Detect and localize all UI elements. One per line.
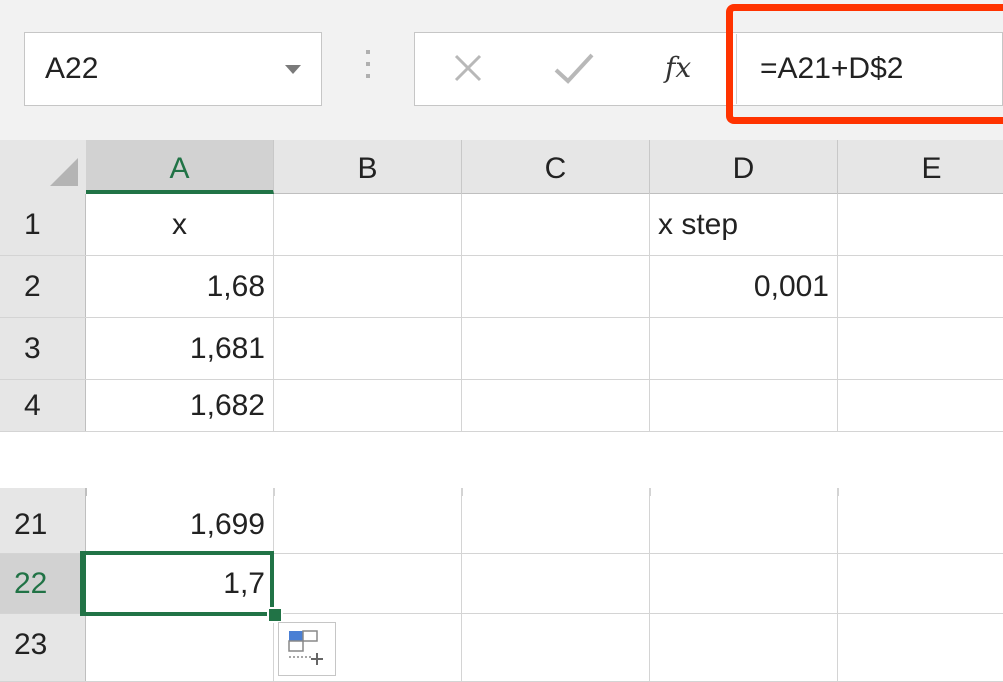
row-header[interactable]: 4 <box>0 380 86 431</box>
cell-b3[interactable] <box>274 318 462 379</box>
cell-a23[interactable] <box>86 614 274 681</box>
row-header[interactable]: 1 <box>0 194 86 255</box>
row-header[interactable]: 2 <box>0 256 86 317</box>
cell-d4[interactable] <box>650 380 838 431</box>
row-header[interactable]: 3 <box>0 318 86 379</box>
cell-d21[interactable] <box>650 496 838 553</box>
cell-c3[interactable] <box>462 318 650 379</box>
chevron-down-icon[interactable] <box>285 65 301 74</box>
cell-e3[interactable] <box>838 318 1003 379</box>
column-header-e[interactable]: E <box>838 140 1003 194</box>
table-row: 3 1,681 <box>0 318 1003 380</box>
cell-e4[interactable] <box>838 380 1003 431</box>
cell-c22[interactable] <box>462 554 650 613</box>
cell-d22[interactable] <box>650 554 838 613</box>
cell-c4[interactable] <box>462 380 650 431</box>
cell-c23[interactable] <box>462 614 650 681</box>
row-header[interactable]: 21 <box>0 496 86 553</box>
table-row: 21 1,699 <box>0 496 1003 554</box>
sheet-cut-gap <box>0 432 1003 488</box>
table-row: 1 x x step <box>0 194 1003 256</box>
cell-d23[interactable] <box>650 614 838 681</box>
cell-c1[interactable] <box>462 194 650 255</box>
table-row: 2 1,68 0,001 <box>0 256 1003 318</box>
column-header-c[interactable]: C <box>462 140 650 194</box>
enter-icon[interactable] <box>552 50 596 86</box>
name-box-value[interactable]: A22 <box>45 33 98 105</box>
fx-icon[interactable]: fx <box>665 48 691 88</box>
name-box[interactable]: A22 <box>24 32 322 106</box>
table-row: 4 1,682 <box>0 380 1003 432</box>
cell-d2[interactable]: 0,001 <box>650 256 838 317</box>
gridline-stubs <box>0 488 839 496</box>
row-header[interactable]: 22 <box>0 554 86 613</box>
column-header-a[interactable]: A <box>86 140 274 194</box>
cell-e1[interactable] <box>838 194 1003 255</box>
cell-e21[interactable] <box>838 496 1003 553</box>
cell-a1[interactable]: x <box>86 194 274 255</box>
fill-handle[interactable] <box>267 607 283 623</box>
cell-b21[interactable] <box>274 496 462 553</box>
cell-c21[interactable] <box>462 496 650 553</box>
cell-e2[interactable] <box>838 256 1003 317</box>
cell-b1[interactable] <box>274 194 462 255</box>
row-header[interactable]: 23 <box>0 614 86 681</box>
cell-e23[interactable] <box>838 614 1003 681</box>
cell-a2[interactable]: 1,68 <box>86 256 274 317</box>
cell-b22[interactable] <box>274 554 462 613</box>
autofill-options-icon[interactable] <box>279 623 335 675</box>
cancel-icon[interactable] <box>450 50 486 86</box>
select-all-icon[interactable] <box>50 158 78 186</box>
select-all-corner[interactable] <box>0 140 86 194</box>
autofill-options-button[interactable] <box>278 622 336 676</box>
cell-a4[interactable]: 1,682 <box>86 380 274 431</box>
grip-handle-icon[interactable] <box>366 50 370 90</box>
formula-highlight-box <box>726 4 1003 124</box>
cell-b2[interactable] <box>274 256 462 317</box>
active-cell-border <box>80 551 274 616</box>
cell-d1[interactable]: x step <box>650 194 838 255</box>
cell-d3[interactable] <box>650 318 838 379</box>
cell-a21[interactable]: 1,699 <box>86 496 274 553</box>
table-row: 23 <box>0 614 1003 682</box>
cell-b4[interactable] <box>274 380 462 431</box>
cell-a3[interactable]: 1,681 <box>86 318 274 379</box>
cell-e22[interactable] <box>838 554 1003 613</box>
column-header-d[interactable]: D <box>650 140 838 194</box>
cell-c2[interactable] <box>462 256 650 317</box>
column-header-b[interactable]: B <box>274 140 462 194</box>
